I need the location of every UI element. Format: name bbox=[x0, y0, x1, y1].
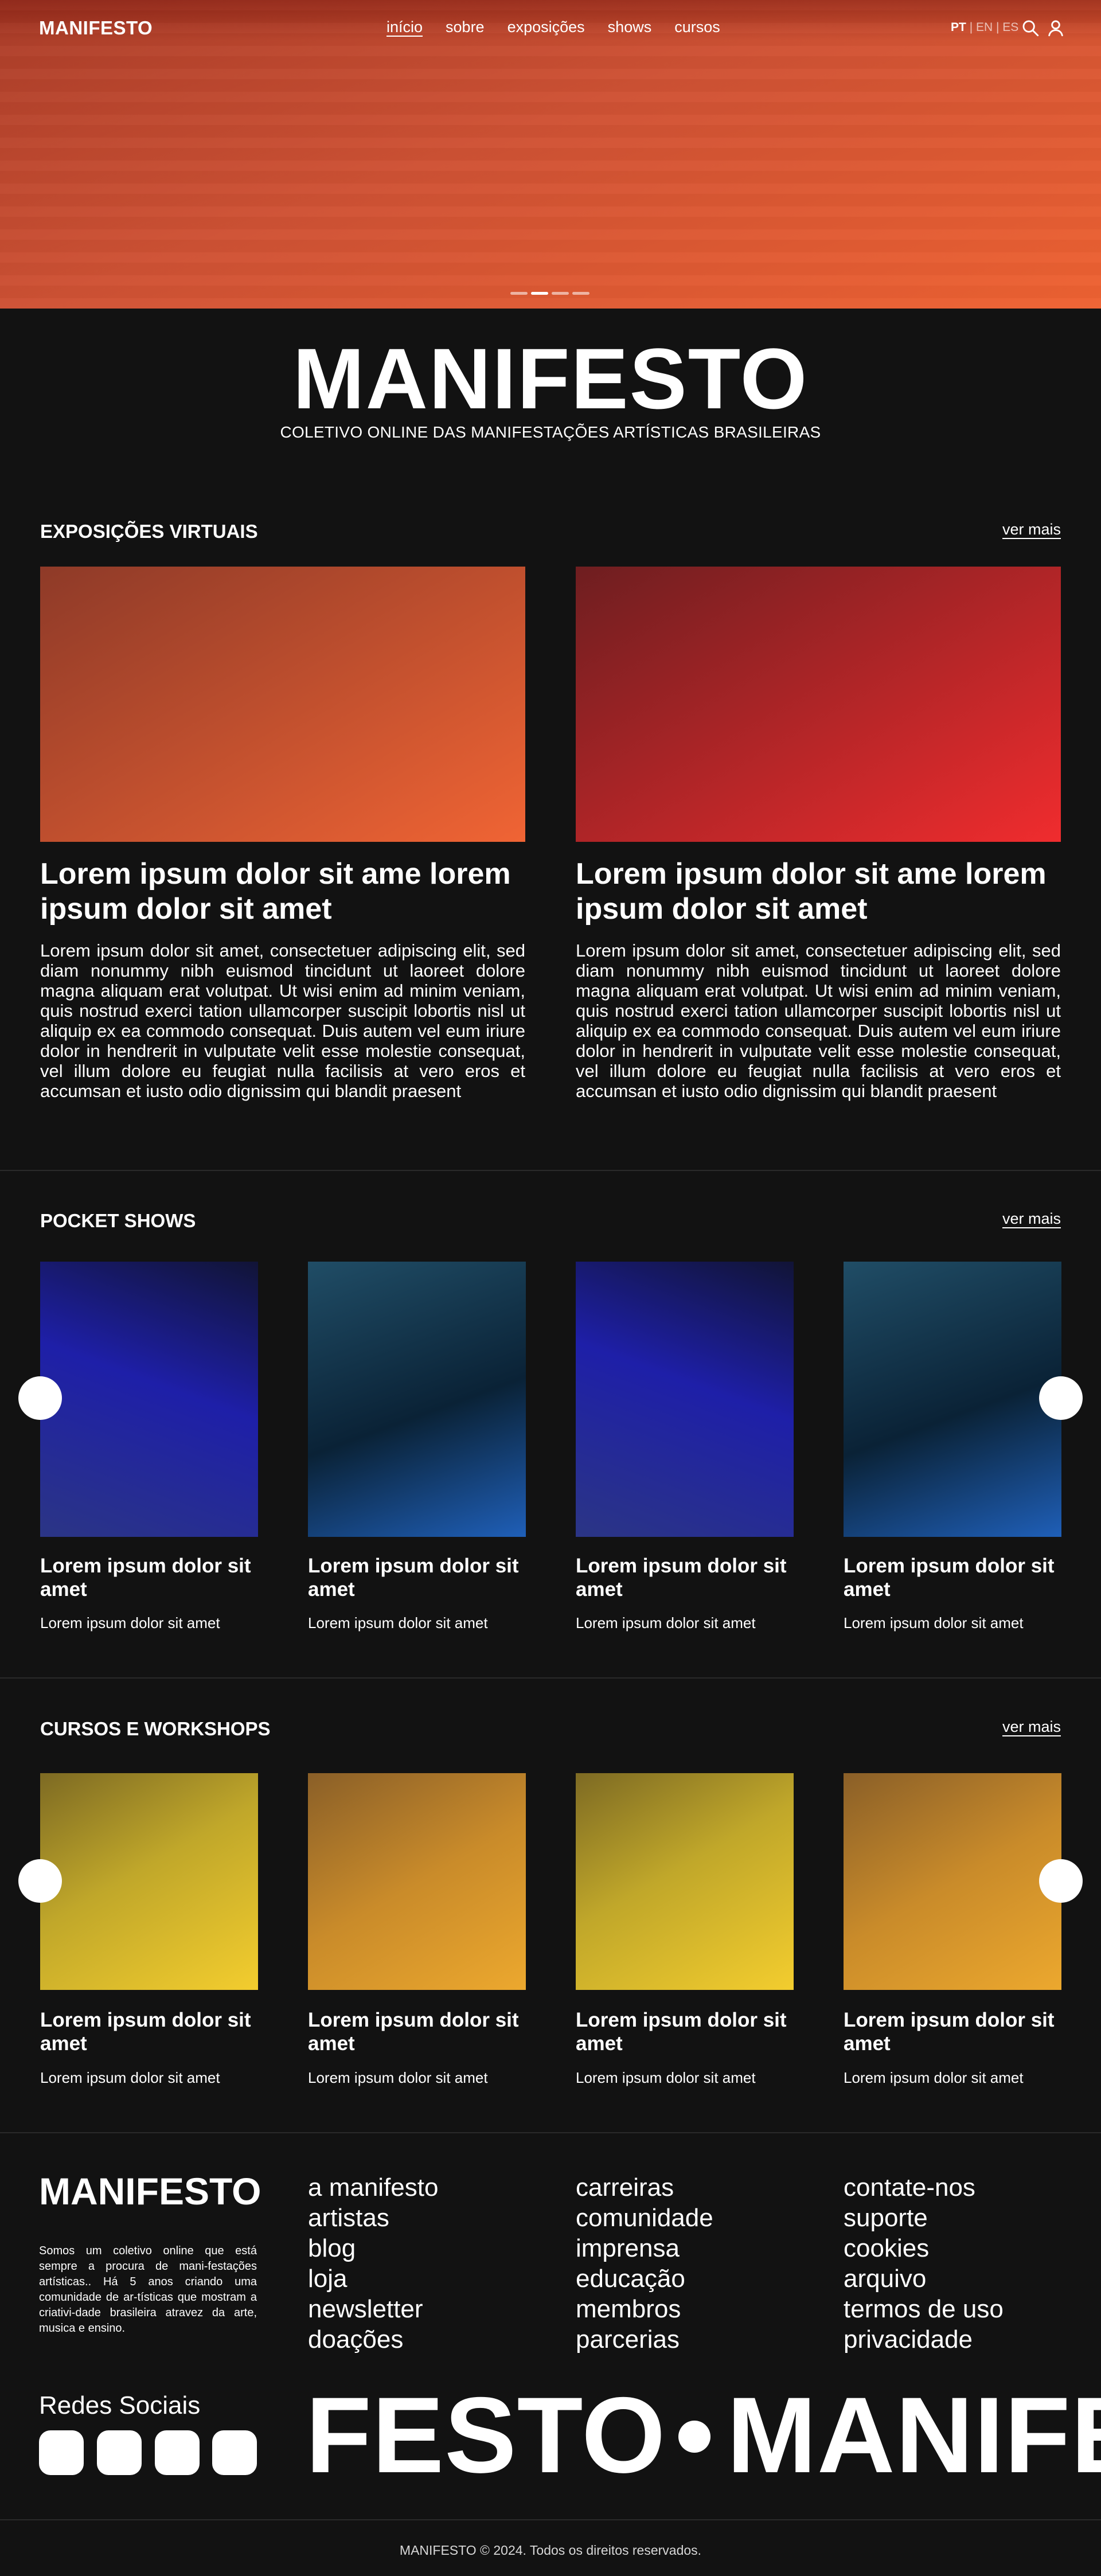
carousel-next-button[interactable] bbox=[1039, 1376, 1083, 1420]
nav-exposicoes[interactable]: exposições bbox=[507, 18, 585, 36]
section-divider bbox=[0, 1170, 1101, 1171]
footer-link[interactable]: imprensa bbox=[576, 2233, 713, 2263]
copyright-text: MANIFESTO © 2024. Todos os direitos rese… bbox=[399, 2543, 702, 2558]
footer-link[interactable]: privacidade bbox=[844, 2324, 1004, 2355]
show-card-subtitle: Lorem ipsum dolor sit amet bbox=[576, 1614, 756, 1632]
carousel-prev-button[interactable] bbox=[18, 1376, 62, 1420]
carousel-next-button[interactable] bbox=[1039, 1859, 1083, 1903]
curso-card-title[interactable]: Lorem ipsum dolor sit amet bbox=[576, 2008, 794, 2055]
curso-card-subtitle: Lorem ipsum dolor sit amet bbox=[576, 2069, 756, 2086]
curso-card-image[interactable] bbox=[844, 1773, 1061, 1990]
show-card-subtitle: Lorem ipsum dolor sit amet bbox=[308, 1614, 488, 1632]
exposicao-title[interactable]: Lorem ipsum dolor sit ame lorem ipsum do… bbox=[576, 857, 1061, 927]
social-icon[interactable] bbox=[155, 2430, 200, 2475]
carousel-dot[interactable] bbox=[572, 292, 589, 295]
search-icon[interactable] bbox=[1021, 18, 1040, 38]
footer-link[interactable]: blog bbox=[308, 2233, 438, 2263]
show-card-title[interactable]: Lorem ipsum dolor sit amet bbox=[308, 1554, 526, 1601]
curso-card-title[interactable]: Lorem ipsum dolor sit amet bbox=[40, 2008, 258, 2055]
curso-card-image[interactable] bbox=[308, 1773, 526, 1990]
nav-inicio[interactable]: início bbox=[386, 18, 423, 36]
footer-link[interactable]: suporte bbox=[844, 2203, 1004, 2233]
footer-links-column: a manifesto artistas blog loja newslette… bbox=[308, 2172, 438, 2355]
show-card-image[interactable] bbox=[576, 1262, 794, 1537]
show-card-image[interactable] bbox=[308, 1262, 526, 1537]
show-card-subtitle: Lorem ipsum dolor sit amet bbox=[844, 1614, 1024, 1632]
footer-divider bbox=[0, 2519, 1101, 2520]
exposicao-image[interactable] bbox=[576, 567, 1061, 842]
lang-others[interactable]: EN | ES bbox=[976, 21, 1018, 34]
user-icon[interactable] bbox=[1046, 18, 1065, 38]
exposicao-title[interactable]: Lorem ipsum dolor sit ame lorem ipsum do… bbox=[40, 857, 525, 927]
header-logo[interactable]: MANIFESTO bbox=[39, 17, 153, 39]
show-card-title[interactable]: Lorem ipsum dolor sit amet bbox=[40, 1554, 258, 1601]
brand-title: MANIFESTO bbox=[292, 330, 809, 427]
shows-title: POCKET SHOWS bbox=[40, 1210, 196, 1231]
cursos-ver-mais-link[interactable]: ver mais bbox=[1002, 1718, 1061, 1736]
footer-link[interactable]: termos de uso bbox=[844, 2294, 1004, 2324]
footer-link[interactable]: a manifesto bbox=[308, 2172, 438, 2203]
footer-marquee: FESTOMANIFE bbox=[306, 2381, 1101, 2489]
main-nav: início sobre exposições shows cursos bbox=[386, 18, 720, 36]
lang-pt[interactable]: PT bbox=[951, 21, 966, 34]
section-divider bbox=[0, 2132, 1101, 2133]
marquee-text-left: FESTO bbox=[306, 2375, 666, 2495]
social-icon[interactable] bbox=[212, 2430, 257, 2475]
section-divider bbox=[0, 1677, 1101, 1679]
lang-separator: | bbox=[969, 21, 973, 34]
footer-link[interactable]: educação bbox=[576, 2263, 713, 2294]
exposicao-text: Lorem ipsum dolor sit amet, consectetuer… bbox=[40, 940, 525, 1101]
nav-shows[interactable]: shows bbox=[608, 18, 652, 36]
footer-link[interactable]: doações bbox=[308, 2324, 438, 2355]
exposicao-text: Lorem ipsum dolor sit amet, consectetuer… bbox=[576, 940, 1061, 1101]
carousel-dot[interactable] bbox=[552, 292, 569, 295]
footer-link[interactable]: parcerias bbox=[576, 2324, 713, 2355]
carousel-dot[interactable] bbox=[510, 292, 528, 295]
carousel-prev-button[interactable] bbox=[18, 1859, 62, 1903]
cursos-title: CURSOS E WORKSHOPS bbox=[40, 1718, 271, 1739]
social-icon[interactable] bbox=[39, 2430, 84, 2475]
footer-links-column: contate-nos suporte cookies arquivo term… bbox=[844, 2172, 1004, 2355]
curso-card-subtitle: Lorem ipsum dolor sit amet bbox=[40, 2069, 220, 2086]
exposicoes-ver-mais-link[interactable]: ver mais bbox=[1002, 521, 1061, 538]
curso-card-subtitle: Lorem ipsum dolor sit amet bbox=[844, 2069, 1024, 2086]
carousel-dots bbox=[510, 292, 589, 295]
show-card-title[interactable]: Lorem ipsum dolor sit amet bbox=[844, 1554, 1061, 1601]
footer-description: Somos um coletivo online que está sempre… bbox=[39, 2245, 257, 2335]
exposicao-image[interactable] bbox=[40, 567, 525, 842]
show-card-title[interactable]: Lorem ipsum dolor sit amet bbox=[576, 1554, 794, 1601]
footer-link[interactable]: contate-nos bbox=[844, 2172, 1004, 2203]
footer-link[interactable]: comunidade bbox=[576, 2203, 713, 2233]
social-title: Redes Sociais bbox=[39, 2391, 201, 2419]
nav-sobre[interactable]: sobre bbox=[446, 18, 485, 36]
marquee-dot bbox=[678, 2421, 711, 2453]
footer-link[interactable]: cookies bbox=[844, 2233, 1004, 2263]
carousel-dot[interactable] bbox=[531, 292, 548, 295]
curso-card-subtitle: Lorem ipsum dolor sit amet bbox=[308, 2069, 488, 2086]
hero-texture bbox=[0, 0, 1101, 309]
footer-link[interactable]: membros bbox=[576, 2294, 713, 2324]
curso-card-title[interactable]: Lorem ipsum dolor sit amet bbox=[844, 2008, 1061, 2055]
footer-link[interactable]: arquivo bbox=[844, 2263, 1004, 2294]
curso-card-image[interactable] bbox=[576, 1773, 794, 1990]
footer-logo[interactable]: MANIFESTO bbox=[39, 2171, 261, 2211]
footer-links-column: carreiras comunidade imprensa educação m… bbox=[576, 2172, 713, 2355]
nav-cursos[interactable]: cursos bbox=[674, 18, 720, 36]
hero-banner: MANIFESTO início sobre exposições shows … bbox=[0, 0, 1101, 309]
social-icon[interactable] bbox=[97, 2430, 142, 2475]
show-card-image[interactable] bbox=[844, 1262, 1061, 1537]
marquee-text-right: MANIFE bbox=[727, 2375, 1101, 2495]
footer-link[interactable]: artistas bbox=[308, 2203, 438, 2233]
curso-card-title[interactable]: Lorem ipsum dolor sit amet bbox=[308, 2008, 526, 2055]
show-card-subtitle: Lorem ipsum dolor sit amet bbox=[40, 1614, 220, 1632]
footer-link[interactable]: carreiras bbox=[576, 2172, 713, 2203]
language-switcher: PT | EN | ES bbox=[951, 21, 1018, 34]
show-card-image[interactable] bbox=[40, 1262, 258, 1537]
brand-subtitle: COLETIVO ONLINE DAS MANIFESTAÇÕES ARTÍST… bbox=[280, 423, 821, 441]
footer-link[interactable]: loja bbox=[308, 2263, 438, 2294]
footer-link[interactable]: newsletter bbox=[308, 2294, 438, 2324]
shows-ver-mais-link[interactable]: ver mais bbox=[1002, 1210, 1061, 1228]
curso-card-image[interactable] bbox=[40, 1773, 258, 1990]
exposicoes-title: EXPOSIÇÕES VIRTUAIS bbox=[40, 521, 258, 542]
